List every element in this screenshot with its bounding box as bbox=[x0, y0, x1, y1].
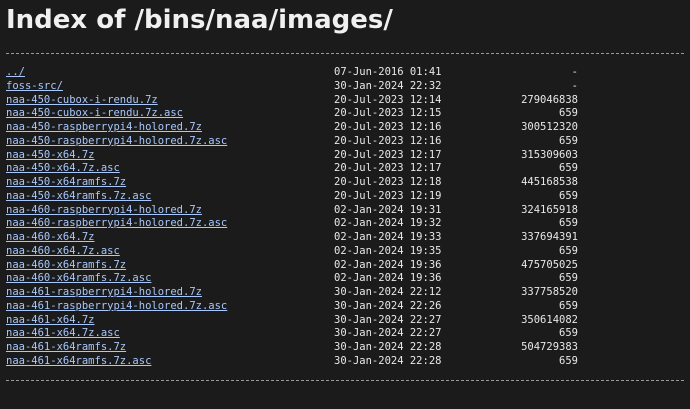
file-size: - bbox=[571, 79, 578, 92]
list-item: naa-450-x64.7z 20-Jul-2023 12:17 315309603 bbox=[6, 149, 684, 163]
file-link[interactable]: naa-450-x64ramfs.7z bbox=[6, 176, 126, 190]
file-size: 659 bbox=[559, 134, 578, 147]
list-item: naa-461-raspberrypi4-holored.7z 30-Jan-20… bbox=[6, 286, 684, 300]
file-listing: ../ 07-Jun-2016 01:41 - foss-src/30-Jan-20… bbox=[6, 66, 684, 369]
file-size: 659 bbox=[559, 162, 578, 175]
list-item: naa-461-x64ramfs.7z.asc 30-Jan-2024 22:28… bbox=[6, 355, 684, 369]
file-link[interactable]: naa-450-cubox-i-rendu.7z bbox=[6, 94, 158, 108]
modified-date: 30-Jan-2024 22:27 bbox=[334, 313, 442, 326]
list-item: naa-461-x64ramfs.7z 30-Jan-2024 22:28 5047… bbox=[6, 341, 684, 355]
modified-date: 20-Jul-2023 12:16 bbox=[334, 134, 442, 147]
file-link[interactable]: ../ bbox=[6, 66, 25, 80]
list-item: naa-461-raspberrypi4-holored.7z.asc 30-Ja… bbox=[6, 300, 684, 314]
list-item: naa-461-x64.7z.asc 30-Jan-2024 22:27 659 bbox=[6, 327, 684, 341]
file-size: 350614082 bbox=[521, 313, 578, 326]
file-link[interactable]: naa-461-x64ramfs.7z bbox=[6, 341, 126, 355]
list-item: naa-460-x64ramfs.7z 02-Jan-2024 19:36 4757… bbox=[6, 259, 684, 273]
file-size: 324165918 bbox=[521, 203, 578, 216]
modified-date: 07-Jun-2016 01:41 bbox=[334, 66, 442, 78]
modified-date: 30-Jan-2024 22:28 bbox=[334, 341, 442, 353]
list-item: naa-460-x64.7z 02-Jan-2024 19:33 337694391 bbox=[6, 231, 684, 245]
modified-date: 20-Jul-2023 12:14 bbox=[334, 93, 442, 106]
list-item: naa-450-x64ramfs.7z.asc 20-Jul-2023 12:19… bbox=[6, 190, 684, 204]
file-link[interactable]: naa-450-x64.7z.asc bbox=[6, 162, 120, 176]
file-size: - bbox=[571, 66, 578, 78]
modified-date: 02-Jan-2024 19:36 bbox=[334, 258, 442, 271]
file-size: 475705025 bbox=[521, 258, 578, 271]
modified-date: 20-Jul-2023 12:19 bbox=[334, 189, 442, 202]
file-size: 659 bbox=[559, 272, 578, 285]
modified-date: 02-Jan-2024 19:35 bbox=[334, 244, 442, 257]
file-link[interactable]: naa-461-x64.7z bbox=[6, 314, 95, 328]
list-item: foss-src/30-Jan-2024 22:32 - bbox=[6, 80, 684, 94]
list-item: naa-460-x64.7z.asc 02-Jan-2024 19:35 659 bbox=[6, 245, 684, 259]
file-size: 659 bbox=[559, 327, 578, 340]
file-size: 445168538 bbox=[521, 176, 578, 188]
file-link[interactable]: naa-461-x64ramfs.7z.asc bbox=[6, 355, 151, 369]
file-link[interactable]: foss-src/ bbox=[6, 80, 63, 94]
modified-date: 20-Jul-2023 12:16 bbox=[334, 121, 442, 133]
list-item: naa-450-raspberrypi4-holored.7z 20-Jul-20… bbox=[6, 121, 684, 135]
file-size: 300512320 bbox=[521, 121, 578, 133]
list-item: naa-460-raspberrypi4-holored.7z 02-Jan-20… bbox=[6, 204, 684, 218]
file-size: 659 bbox=[559, 189, 578, 202]
file-size: 337758520 bbox=[521, 286, 578, 298]
file-link[interactable]: naa-450-raspberrypi4-holored.7z.asc bbox=[6, 135, 227, 149]
list-item: naa-450-raspberrypi4-holored.7z.asc 20-Ju… bbox=[6, 135, 684, 149]
modified-date: 30-Jan-2024 22:28 bbox=[334, 354, 442, 367]
file-size: 659 bbox=[559, 299, 578, 312]
file-link[interactable]: naa-450-cubox-i-rendu.7z.asc bbox=[6, 107, 183, 121]
file-link[interactable]: naa-460-x64.7z.asc bbox=[6, 245, 120, 259]
bottom-divider bbox=[6, 380, 684, 381]
modified-date: 02-Jan-2024 19:33 bbox=[334, 231, 442, 243]
file-size: 337694391 bbox=[521, 231, 578, 243]
file-link[interactable]: naa-450-raspberrypi4-holored.7z bbox=[6, 121, 202, 135]
top-divider bbox=[6, 53, 684, 54]
modified-date: 30-Jan-2024 22:12 bbox=[334, 286, 442, 298]
list-item: naa-450-x64ramfs.7z 20-Jul-2023 12:18 4451… bbox=[6, 176, 684, 190]
list-item: ../ 07-Jun-2016 01:41 - bbox=[6, 66, 684, 80]
page-title: Index of /bins/naa/images/ bbox=[6, 5, 393, 35]
modified-date: 30-Jan-2024 22:26 bbox=[334, 299, 442, 312]
list-item: naa-450-cubox-i-rendu.7z 20-Jul-2023 12:1… bbox=[6, 94, 684, 108]
modified-date: 02-Jan-2024 19:31 bbox=[334, 203, 442, 216]
modified-date: 20-Jul-2023 12:18 bbox=[334, 176, 442, 188]
file-size: 659 bbox=[559, 107, 578, 120]
file-link[interactable]: naa-461-raspberrypi4-holored.7z bbox=[6, 286, 202, 300]
list-item: naa-450-cubox-i-rendu.7z.asc 20-Jul-2023 … bbox=[6, 107, 684, 121]
file-link[interactable]: naa-461-x64.7z.asc bbox=[6, 327, 120, 341]
modified-date: 02-Jan-2024 19:36 bbox=[334, 272, 442, 285]
file-link[interactable]: naa-450-x64.7z bbox=[6, 149, 95, 163]
file-link[interactable]: naa-460-raspberrypi4-holored.7z bbox=[6, 204, 202, 218]
list-item: naa-450-x64.7z.asc 20-Jul-2023 12:17 659 bbox=[6, 162, 684, 176]
modified-date: 20-Jul-2023 12:15 bbox=[334, 107, 442, 120]
file-link[interactable]: naa-460-x64ramfs.7z bbox=[6, 259, 126, 273]
file-size: 315309603 bbox=[521, 148, 578, 161]
modified-date: 30-Jan-2024 22:32 bbox=[334, 79, 442, 92]
file-size: 659 bbox=[559, 244, 578, 257]
modified-date: 02-Jan-2024 19:32 bbox=[334, 217, 442, 230]
file-size: 504729383 bbox=[521, 341, 578, 353]
file-link[interactable]: naa-450-x64ramfs.7z.asc bbox=[6, 190, 151, 204]
modified-date: 20-Jul-2023 12:17 bbox=[334, 148, 442, 161]
list-item: naa-460-raspberrypi4-holored.7z.asc 02-Ja… bbox=[6, 217, 684, 231]
modified-date: 20-Jul-2023 12:17 bbox=[334, 162, 442, 175]
modified-date: 30-Jan-2024 22:27 bbox=[334, 327, 442, 340]
list-item: naa-461-x64.7z 30-Jan-2024 22:27 350614082 bbox=[6, 314, 684, 328]
file-link[interactable]: naa-460-x64ramfs.7z.asc bbox=[6, 272, 151, 286]
file-size: 659 bbox=[559, 354, 578, 367]
file-link[interactable]: naa-460-raspberrypi4-holored.7z.asc bbox=[6, 217, 227, 231]
file-link[interactable]: naa-461-raspberrypi4-holored.7z.asc bbox=[6, 300, 227, 314]
list-item: naa-460-x64ramfs.7z.asc 02-Jan-2024 19:36… bbox=[6, 272, 684, 286]
directory-index-page: Index of /bins/naa/images/ ../ 07-Jun-201… bbox=[0, 0, 690, 409]
file-size: 279046838 bbox=[521, 93, 578, 106]
file-link[interactable]: naa-460-x64.7z bbox=[6, 231, 95, 245]
file-size: 659 bbox=[559, 217, 578, 230]
